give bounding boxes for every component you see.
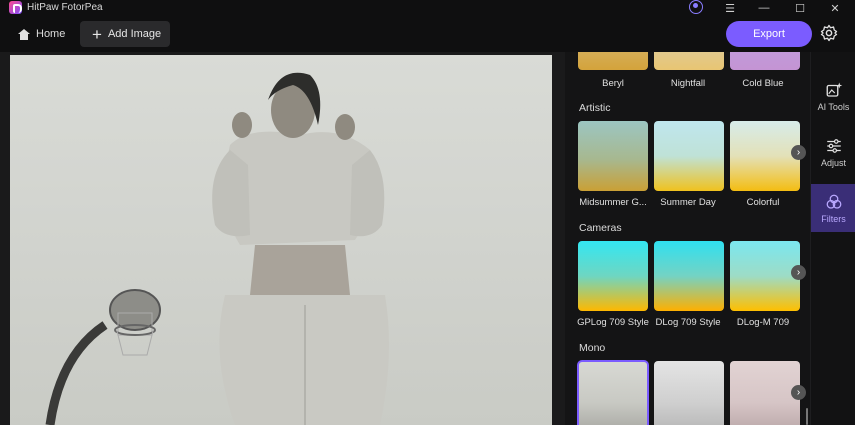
maximize-icon[interactable]: ☐ <box>788 0 812 16</box>
rail-label: Filters <box>821 213 846 224</box>
home-button[interactable]: Home <box>12 20 71 48</box>
filters-panel: Beryl Nightfall Cold Blue Artistic › Mid… <box>565 52 810 425</box>
filter-thumb[interactable] <box>578 52 648 70</box>
filter-thumb-colorful[interactable] <box>730 121 800 191</box>
photo-preview[interactable] <box>10 55 552 425</box>
filter-label: Midsummer G... <box>579 197 647 208</box>
app-logo <box>9 1 22 14</box>
filters-scrollbar[interactable] <box>806 408 808 425</box>
section-title-cameras: Cameras <box>579 222 622 234</box>
section-title-mono: Mono <box>579 342 606 354</box>
close-icon[interactable]: ✕ <box>823 0 847 16</box>
section-title-artistic: Artistic <box>579 102 611 114</box>
filter-thumb-mono-2[interactable] <box>654 361 724 425</box>
add-image-button[interactable]: + Add Image <box>80 21 170 47</box>
next-arrow-icon[interactable]: › <box>791 145 806 160</box>
rail-item-filters[interactable]: Filters <box>811 184 855 232</box>
filter-label: Summer Day <box>660 197 716 208</box>
filter-label: DLog-M 709 <box>736 317 790 328</box>
canvas-area <box>0 52 565 425</box>
toolbar: Home + Add Image Export <box>0 16 855 52</box>
filter-thumb-mono-3[interactable] <box>730 361 800 425</box>
next-arrow-icon[interactable]: › <box>791 265 806 280</box>
ai-tools-icon <box>826 82 842 97</box>
filter-thumb-summer-day[interactable] <box>654 121 724 191</box>
filter-label: Nightfall <box>670 78 706 89</box>
add-image-label: Add Image <box>107 28 162 40</box>
filter-thumb[interactable] <box>730 52 800 70</box>
filter-label: DLog 709 Style <box>655 317 721 328</box>
title-bar: HitPaw FotorPea ☰ — ☐ ✕ <box>0 0 855 16</box>
app-title: HitPaw FotorPea <box>27 2 103 13</box>
filter-row-cameras <box>578 241 800 311</box>
filter-row-top <box>578 52 800 70</box>
filter-thumb-gplog[interactable] <box>578 241 648 311</box>
plus-icon: + <box>92 24 102 44</box>
home-label: Home <box>36 28 66 40</box>
rail-item-ai-tools[interactable]: AI Tools <box>811 72 855 120</box>
next-arrow-icon[interactable]: › <box>791 385 806 400</box>
filter-row-mono <box>577 360 800 425</box>
home-icon <box>18 28 30 40</box>
filter-thumb[interactable] <box>654 52 724 70</box>
right-rail: AI Tools Adjust Filters <box>810 52 855 425</box>
rail-label: AI Tools <box>817 101 850 112</box>
filter-thumb-dlog-m[interactable] <box>730 241 800 311</box>
menu-icon[interactable]: ☰ <box>718 0 742 16</box>
filter-label: GPLog 709 Style <box>577 317 649 328</box>
filter-thumb-dlog[interactable] <box>654 241 724 311</box>
rail-item-adjust[interactable]: Adjust <box>811 128 855 176</box>
account-icon[interactable] <box>689 0 703 14</box>
settings-gear-icon[interactable] <box>820 24 838 42</box>
minimize-icon[interactable]: — <box>752 0 776 16</box>
filter-thumb-mono-1[interactable] <box>577 360 649 425</box>
filter-label: Cold Blue <box>742 78 784 89</box>
rail-label: Adjust <box>820 157 846 168</box>
filters-icon <box>826 194 841 209</box>
photo-figure <box>45 72 389 425</box>
export-button[interactable]: Export <box>726 21 812 47</box>
filter-thumb-midsummer[interactable] <box>578 121 648 191</box>
filter-row-artistic <box>578 121 800 191</box>
adjust-sliders-icon <box>826 138 841 153</box>
filter-label: Colorful <box>746 197 780 208</box>
filter-label: Beryl <box>602 78 624 89</box>
